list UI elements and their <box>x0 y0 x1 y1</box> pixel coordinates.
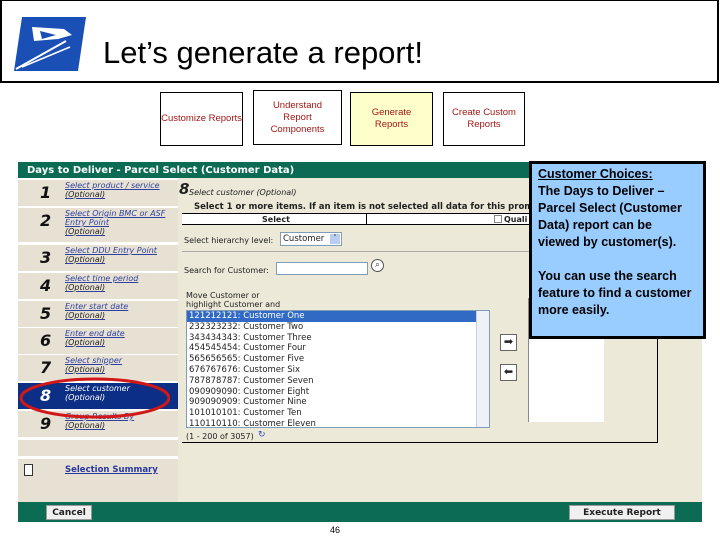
list-item[interactable]: 454545454: Customer Four <box>187 343 489 354</box>
usps-eagle-logo <box>14 17 86 71</box>
step-5[interactable]: 5 Enter start date (Optional) <box>18 301 178 327</box>
step-2[interactable]: 2 Select Origin BMC or ASF Entry Point (Op… <box>18 208 178 242</box>
nav-generate-reports[interactable]: Generate Reports <box>350 92 433 146</box>
tooltip-callout: Customer Choices: The Days to Deliver – … <box>529 161 706 339</box>
execute-report-button[interactable]: Execute Report <box>569 505 675 520</box>
move-left-arrow-icon[interactable]: ⬅ <box>500 364 517 381</box>
step-4[interactable]: 4 Select time period (Optional) <box>18 273 178 299</box>
slide-header: Let’s generate a report! <box>0 0 719 83</box>
step-link[interactable]: Select time period (Optional) <box>65 274 175 292</box>
nav-understand-components[interactable]: Understand Report Components <box>253 90 342 145</box>
step-link[interactable]: Select Origin BMC or ASF Entry Point (Opt… <box>65 209 175 236</box>
step-link[interactable]: Select shipper (Optional) <box>65 356 175 374</box>
red-highlight-ellipse <box>19 377 170 419</box>
step-1[interactable]: 1 Select product / service (Optional) <box>18 180 178 206</box>
step-number: 4 <box>40 276 52 295</box>
selection-summary-link[interactable]: Selection Summary <box>65 465 158 475</box>
tooltip-text-1: The Days to Deliver – Parcel Select (Cus… <box>538 184 682 249</box>
list-scrollbar[interactable] <box>476 311 489 427</box>
sidebar-spacer <box>18 484 178 502</box>
list-item[interactable]: 565656565: Customer Five <box>187 354 489 365</box>
footer-bar: Cancel Execute Report <box>18 502 702 522</box>
customer-list[interactable]: 121212121: Customer One 232323232: Custo… <box>186 310 490 428</box>
nav-customize-reports[interactable]: Customize Reports <box>160 92 243 146</box>
step-number: 5 <box>40 304 52 323</box>
prompt-number: 8 <box>179 180 190 198</box>
list-item[interactable]: 343434343: Customer Three <box>187 333 489 344</box>
step-link[interactable]: Enter start date (Optional) <box>65 302 175 320</box>
step-number: 1 <box>40 183 52 202</box>
search-icon[interactable]: ⌕ <box>371 259 384 272</box>
move-right-arrow-icon[interactable]: ➡ <box>500 334 517 351</box>
list-item[interactable]: 909090909: Customer Nine <box>187 397 489 408</box>
prompt-title: Select customer (Optional) <box>189 188 297 197</box>
page-number: 46 <box>330 525 341 535</box>
column-header-row: Select Quali <box>182 213 542 225</box>
refresh-icon[interactable]: ↻ <box>258 430 266 440</box>
hierarchy-select[interactable]: Customer ˅ <box>280 232 342 246</box>
tooltip-text-2: You can use the search feature to find a… <box>538 269 692 317</box>
sidebar-spacer <box>18 440 178 456</box>
step-number: 7 <box>40 358 52 377</box>
step-link[interactable]: Select DDU Entry Point (Optional) <box>65 246 175 264</box>
list-item[interactable]: 121212121: Customer One <box>187 311 489 322</box>
document-icon <box>24 464 33 476</box>
list-item[interactable]: 110110110: Customer Eleven <box>187 419 489 427</box>
step-number: 2 <box>40 211 52 230</box>
qualifier-column-header: Quali <box>504 215 528 224</box>
list-item[interactable]: 101010101: Customer Ten <box>187 408 489 419</box>
step-3[interactable]: 3 Select DDU Entry Point (Optional) <box>18 245 178 271</box>
nav-create-custom-reports[interactable]: Create Custom Reports <box>443 92 525 146</box>
step-number: 6 <box>40 331 52 350</box>
step-sidebar: 1 Select product / service (Optional) 2 Sel… <box>18 178 178 502</box>
step-link[interactable]: Select product / service (Optional) <box>65 181 175 199</box>
search-label: Search for Customer: <box>184 266 269 275</box>
tooltip-heading: Customer Choices: <box>538 167 653 181</box>
list-item[interactable]: 090909090: Customer Eight <box>187 387 489 398</box>
list-item[interactable]: 232323232: Customer Two <box>187 322 489 333</box>
selection-summary[interactable]: Selection Summary <box>18 459 178 485</box>
step-link[interactable]: Enter end date (Optional) <box>65 329 175 347</box>
select-column-header: Select <box>262 215 290 224</box>
step-number: 3 <box>40 248 52 267</box>
chevron-down-icon: ˅ <box>330 234 340 244</box>
qualifier-checkbox[interactable] <box>494 215 502 223</box>
search-input[interactable] <box>276 262 368 275</box>
hierarchy-label: Select hierarchy level: <box>184 236 274 245</box>
paging-info: (1 - 200 of 3057) <box>186 432 254 441</box>
cancel-button[interactable]: Cancel <box>46 505 92 520</box>
list-item[interactable]: 787878787: Customer Seven <box>187 376 489 387</box>
slide-title: Let’s generate a report! <box>103 35 423 70</box>
step-6[interactable]: 6 Enter end date (Optional) <box>18 328 178 354</box>
list-item[interactable]: 676767676: Customer Six <box>187 365 489 376</box>
instructions: Select 1 or more items. If an item is no… <box>194 202 544 212</box>
